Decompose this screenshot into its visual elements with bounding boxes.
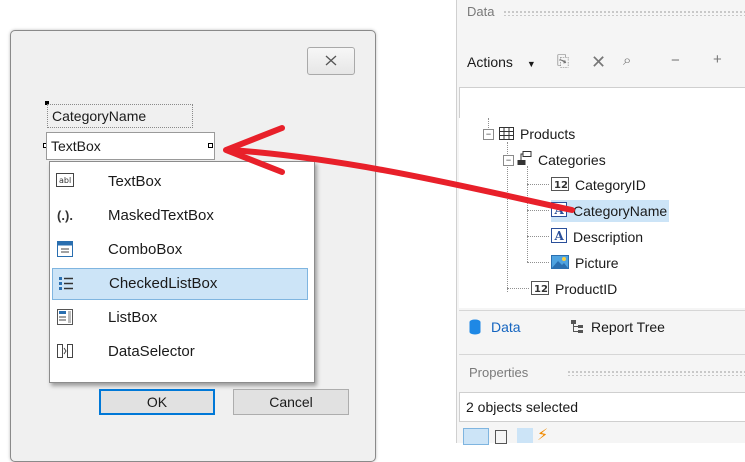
data-tree: − Products − Categories 12 CategoryID A Ca…	[459, 118, 745, 308]
tree-item-categories[interactable]: Categories	[517, 149, 606, 171]
svg-text:12: 12	[554, 180, 568, 191]
masked-textbox-icon: (.).	[57, 208, 73, 223]
events-icon[interactable]: ⚡	[537, 425, 548, 445]
popup-item-combobox[interactable]: ComboBox	[52, 234, 308, 266]
selection-handle-right[interactable]	[208, 143, 213, 148]
picture-icon	[551, 253, 569, 275]
data-selector-icon	[56, 343, 74, 361]
query-icon[interactable]: ⌕	[623, 52, 631, 69]
listbox-icon	[56, 309, 74, 327]
tree-item-categoryid[interactable]: 12 CategoryID	[551, 174, 646, 196]
popup-item-maskedtextbox[interactable]: (.). MaskedTextBox	[52, 200, 308, 232]
tree-item-categoryname[interactable]: A CategoryName	[551, 200, 670, 223]
tab-report-tree[interactable]: Report Tree	[571, 319, 665, 337]
ok-button[interactable]: OK	[99, 389, 215, 415]
svg-text:A: A	[554, 229, 565, 243]
close-icon	[325, 55, 337, 66]
properties-toolbar: ⚡	[459, 424, 745, 445]
category-name-textbox[interactable]: TextBox	[46, 132, 215, 160]
textbox-icon: abl	[56, 173, 74, 191]
data-panel: Data Actions ▼ ⎘ ✕ ⌕ − + − Products − Ca…	[456, 0, 745, 445]
properties-grip[interactable]	[567, 370, 745, 376]
dropdown-arrow-icon: ▼	[526, 59, 536, 69]
properties-title: Properties	[469, 365, 529, 380]
close-button[interactable]	[307, 47, 355, 75]
data-panel-title: Data	[467, 4, 495, 19]
control-type-popup: abl TextBox (.). MaskedTextBox ComboBox …	[49, 161, 315, 383]
actions-menu[interactable]: Actions ▼	[467, 54, 536, 70]
svg-text:abl: abl	[59, 176, 71, 185]
tree-icon	[571, 319, 583, 337]
properties-header: Properties	[459, 354, 745, 387]
category-name-label[interactable]: CategoryName	[47, 104, 193, 128]
cancel-button[interactable]: Cancel	[233, 389, 349, 415]
tree-item-description[interactable]: A Description	[551, 226, 643, 248]
checked-listbox-icon	[57, 276, 75, 294]
svg-text:12: 12	[534, 284, 548, 295]
delete-icon[interactable]: ✕	[591, 52, 606, 73]
combobox-icon	[56, 241, 74, 259]
tree-item-products[interactable]: Products	[499, 123, 575, 145]
expand-icon[interactable]: +	[713, 51, 722, 68]
database-icon	[469, 319, 481, 338]
tree-item-productid[interactable]: 12 ProductID	[531, 278, 617, 300]
svg-text:A: A	[554, 203, 565, 217]
properties-icon[interactable]	[517, 428, 533, 443]
edit-icon[interactable]: ⎘	[557, 53, 569, 70]
number-icon: 12	[551, 175, 569, 197]
popup-item-listbox[interactable]: ListBox	[52, 302, 308, 334]
object-selector[interactable]: 2 objects selected	[459, 392, 745, 422]
tree-item-picture[interactable]: Picture	[551, 252, 619, 274]
number-icon: 12	[531, 279, 549, 301]
dialog-window: CategoryName TextBox abl TextBox (.). Ma…	[10, 30, 376, 462]
panel-grip[interactable]	[503, 10, 745, 16]
collapse-icon[interactable]: −	[671, 52, 680, 69]
popup-item-dataselector[interactable]: DataSelector	[52, 336, 308, 368]
popup-item-checkedlistbox[interactable]: CheckedListBox	[52, 268, 308, 300]
expander-products[interactable]: −	[483, 129, 494, 140]
tab-data[interactable]: Data	[469, 319, 521, 338]
expander-categories[interactable]: −	[503, 155, 514, 166]
categorized-icon[interactable]	[463, 428, 489, 445]
data-search-input[interactable]	[459, 87, 745, 119]
text-field-icon: A	[551, 227, 567, 249]
popup-item-textbox[interactable]: abl TextBox	[52, 166, 308, 198]
text-field-icon: A	[551, 201, 567, 223]
table-icon	[499, 124, 514, 146]
panel-tabs: Data Report Tree	[459, 310, 745, 347]
relation-icon	[517, 150, 532, 172]
sort-icon[interactable]	[495, 430, 507, 444]
